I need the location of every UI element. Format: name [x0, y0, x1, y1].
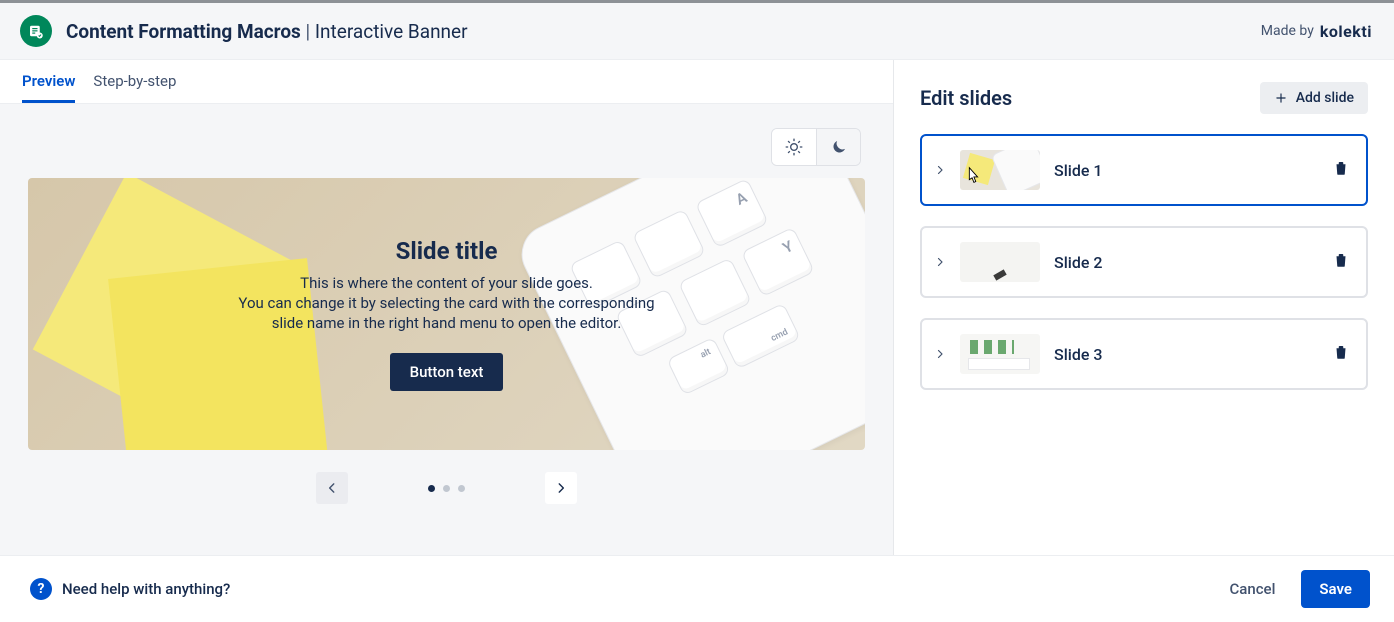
- slide-preview: A Y altcmd Slide title This is where the…: [28, 178, 865, 450]
- pager-dot-1[interactable]: [428, 485, 435, 492]
- slide-body: This is where the content of your slide …: [238, 273, 654, 334]
- slide-title: Slide title: [238, 237, 654, 265]
- pager: [28, 472, 865, 504]
- theme-toggle: [771, 128, 861, 166]
- next-slide-button[interactable]: [545, 472, 577, 504]
- delete-slide-button[interactable]: [1332, 343, 1350, 365]
- slide-name: Slide 1: [1054, 161, 1318, 180]
- made-by: Made by kolekti: [1261, 22, 1372, 41]
- cancel-button[interactable]: Cancel: [1219, 572, 1285, 606]
- slide-thumbnail: [960, 334, 1040, 374]
- page-title: Content Formatting Macros | Interactive …: [66, 20, 468, 43]
- tab-preview[interactable]: Preview: [22, 72, 75, 103]
- slide-row-2[interactable]: Slide 2: [920, 226, 1368, 298]
- slide-thumbnail: [960, 150, 1040, 190]
- chevron-right-icon: [934, 161, 946, 180]
- slide-name: Slide 3: [1054, 345, 1318, 364]
- save-button[interactable]: Save: [1301, 570, 1370, 608]
- chevron-right-icon: [554, 481, 568, 495]
- slide-row-3[interactable]: Slide 3: [920, 318, 1368, 390]
- chevron-left-icon: [325, 481, 339, 495]
- delete-slide-button[interactable]: [1332, 251, 1350, 273]
- pager-dot-2[interactable]: [443, 485, 450, 492]
- edit-slides-heading: Edit slides: [920, 86, 1012, 110]
- brand-logo: kolekti: [1320, 22, 1372, 41]
- chevron-right-icon: [934, 345, 946, 364]
- sun-icon: [784, 137, 804, 157]
- add-slide-button[interactable]: Add slide: [1260, 82, 1368, 114]
- slide-row-1[interactable]: Slide 1: [920, 134, 1368, 206]
- prev-slide-button[interactable]: [316, 472, 348, 504]
- header: Content Formatting Macros | Interactive …: [0, 3, 1394, 60]
- light-mode-button[interactable]: [772, 129, 816, 165]
- slide-thumbnail: [960, 242, 1040, 282]
- slide-name: Slide 2: [1054, 253, 1318, 272]
- pager-dot-3[interactable]: [458, 485, 465, 492]
- app-logo: [20, 15, 52, 47]
- pager-dots: [428, 485, 465, 492]
- help-icon: ?: [30, 578, 52, 600]
- title-sub: Interactive Banner: [315, 20, 468, 43]
- delete-slide-button[interactable]: [1332, 159, 1350, 181]
- dark-mode-button[interactable]: [816, 129, 860, 165]
- moon-icon: [830, 138, 848, 156]
- tabs: Preview Step-by-step: [0, 60, 893, 104]
- slide-cta-button[interactable]: Button text: [390, 353, 504, 391]
- help-link[interactable]: ? Need help with anything?: [30, 578, 230, 600]
- trash-icon: [1332, 343, 1350, 361]
- chevron-right-icon: [934, 253, 946, 272]
- trash-icon: [1332, 159, 1350, 177]
- trash-icon: [1332, 251, 1350, 269]
- plus-icon: [1274, 91, 1288, 105]
- tab-step-by-step[interactable]: Step-by-step: [93, 72, 176, 103]
- footer: ? Need help with anything? Cancel Save: [0, 555, 1394, 622]
- title-main: Content Formatting Macros: [66, 20, 301, 43]
